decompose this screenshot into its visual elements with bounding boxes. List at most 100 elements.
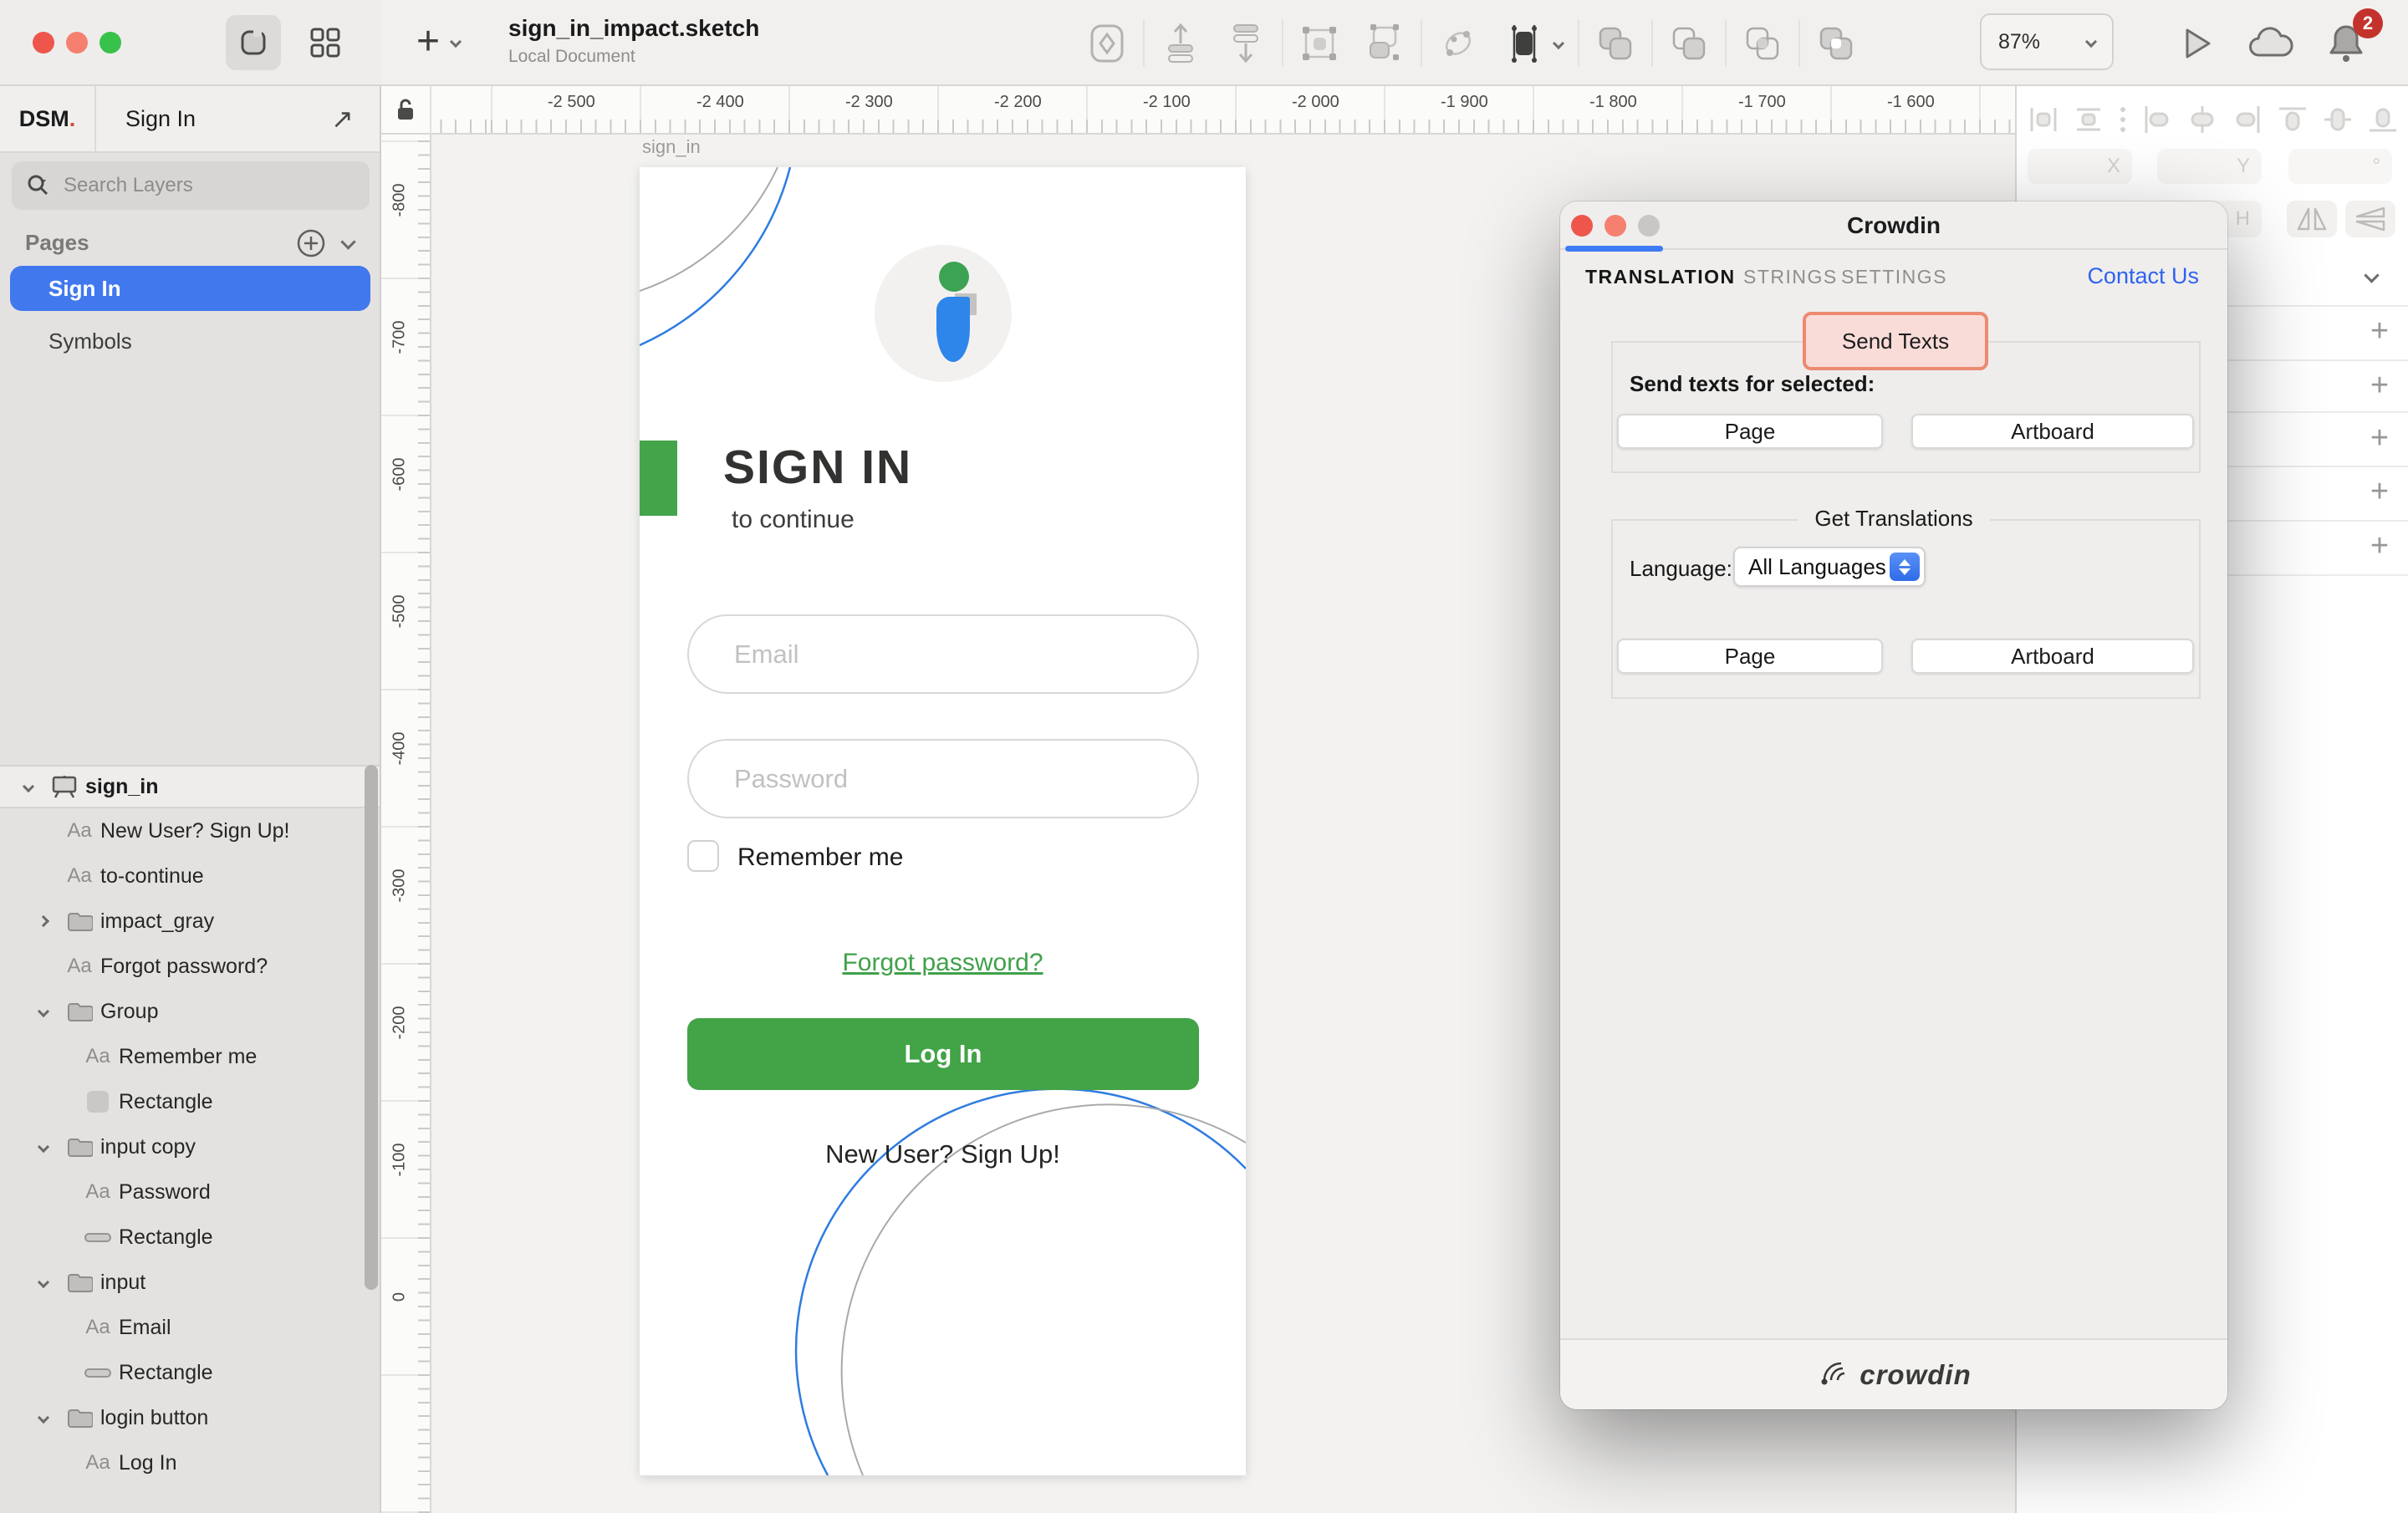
bring-forward-button[interactable] — [1148, 11, 1213, 76]
align-right-icon[interactable] — [2231, 103, 2264, 136]
sidebar-page-sign-in[interactable]: Sign In — [10, 266, 370, 311]
chevron-down-icon[interactable] — [23, 781, 34, 792]
sidebar-page-symbols[interactable]: Symbols — [10, 318, 370, 364]
layer-row[interactable]: AaNew User? Sign Up! — [0, 808, 380, 853]
boolean-union-button[interactable] — [1583, 11, 1648, 76]
sign-in-heading[interactable]: SIGN IN — [723, 440, 912, 495]
x-position-field[interactable]: X — [2028, 149, 2132, 184]
chevron-down-icon[interactable] — [38, 1141, 49, 1153]
distribute-horizontal-icon[interactable] — [2027, 103, 2060, 136]
add-style-button[interactable]: + — [2363, 420, 2396, 456]
boolean-intersect-button[interactable] — [1730, 11, 1795, 76]
add-page-button[interactable] — [294, 227, 328, 260]
cloud-button[interactable] — [2246, 18, 2296, 69]
add-style-button[interactable]: + — [2363, 474, 2396, 510]
ungroup-button[interactable] — [1352, 11, 1417, 76]
artboard[interactable]: SIGN IN to continue Email Password Remem… — [640, 167, 1246, 1475]
send-page-button[interactable]: Page — [1617, 414, 1883, 449]
app-logo[interactable] — [875, 245, 1012, 382]
traffic-light-minimize[interactable] — [66, 32, 88, 53]
layer-row[interactable]: AaLog In — [0, 1440, 380, 1485]
folder-icon — [66, 1136, 93, 1158]
layer-row[interactable]: Aato-continue — [0, 853, 380, 899]
add-style-button[interactable]: + — [2363, 528, 2396, 564]
layer-row[interactable]: input copy — [0, 1124, 380, 1169]
contact-us-link[interactable]: Contact Us — [2087, 260, 2199, 292]
sign-up-text[interactable]: New User? Sign Up! — [640, 1139, 1246, 1169]
toolbar: + sign_in_impact.sketch Local Document — [0, 0, 2408, 86]
artboard-tool-button[interactable] — [1491, 11, 1574, 76]
rotation-field[interactable]: ° — [2288, 149, 2392, 184]
log-in-button[interactable]: Log In — [687, 1018, 1199, 1090]
layer-row[interactable]: input — [0, 1260, 380, 1305]
forgot-password-link[interactable]: Forgot password? — [640, 949, 1246, 977]
tab-settings[interactable]: SETTINGS — [1841, 262, 1947, 291]
sidebar-scrollbar[interactable] — [365, 765, 378, 1290]
document-title-block[interactable]: sign_in_impact.sketch Local Document — [508, 15, 759, 67]
vector-edit-button[interactable] — [1426, 11, 1491, 76]
tab-translation[interactable]: TRANSLATION — [1585, 262, 1736, 291]
layer-row[interactable]: sign_in — [0, 765, 380, 808]
sketch-app-window: + sign_in_impact.sketch Local Document — [0, 0, 2408, 1513]
flip-vertical-button[interactable] — [2345, 201, 2395, 237]
ruler-tick-label: -2 500 — [548, 93, 595, 112]
sync-button[interactable] — [1074, 11, 1140, 76]
layer-row[interactable]: AaEmail — [0, 1305, 380, 1350]
traffic-light-close[interactable] — [33, 32, 54, 53]
layer-row[interactable]: login button — [0, 1395, 380, 1440]
artboard-title[interactable]: sign_in — [642, 136, 701, 158]
distribute-vertical-icon[interactable] — [2072, 103, 2105, 136]
align-left-icon[interactable] — [2140, 103, 2174, 136]
insert-control[interactable]: + — [416, 18, 460, 65]
search-layers-box[interactable] — [12, 161, 370, 210]
tab-sign-in[interactable]: Sign In — [125, 86, 196, 151]
send-artboard-button[interactable]: Artboard — [1911, 414, 2194, 449]
remember-me-checkbox[interactable] — [687, 840, 719, 872]
y-position-field[interactable]: Y — [2157, 149, 2262, 184]
add-style-button[interactable]: + — [2363, 368, 2396, 404]
layer-row[interactable]: Group — [0, 989, 380, 1034]
traffic-light-zoom[interactable] — [99, 32, 121, 53]
zoom-select[interactable]: 87% — [1980, 13, 2114, 70]
boolean-subtract-button[interactable] — [1656, 11, 1722, 76]
open-external-button[interactable]: ↗ — [331, 86, 354, 151]
canvas-view-button[interactable] — [226, 15, 281, 70]
email-field[interactable]: Email — [687, 614, 1199, 694]
layer-row[interactable]: impact_gray — [0, 899, 380, 944]
layer-row[interactable]: AaForgot password? — [0, 944, 380, 989]
chevron-down-icon[interactable] — [2364, 267, 2379, 283]
layer-row[interactable]: AaRemember me — [0, 1034, 380, 1079]
search-input[interactable] — [62, 173, 338, 198]
layer-row[interactable]: AaPassword — [0, 1169, 380, 1215]
password-field[interactable]: Password — [687, 739, 1199, 818]
align-bottom-icon[interactable] — [2366, 103, 2400, 136]
group-button[interactable] — [1287, 11, 1352, 76]
align-top-icon[interactable] — [2276, 103, 2309, 136]
more-options-icon[interactable] — [2117, 103, 2129, 136]
grid-view-button[interactable] — [298, 15, 353, 70]
chevron-right-icon[interactable] — [38, 915, 49, 927]
to-continue-text[interactable]: to continue — [732, 506, 855, 534]
send-texts-button[interactable]: Send Texts — [1803, 312, 1988, 370]
tab-dsm[interactable]: DSM. — [0, 86, 94, 151]
chevron-down-icon[interactable] — [38, 1006, 49, 1017]
chevron-down-icon[interactable] — [38, 1276, 49, 1288]
heading-accent-rect[interactable] — [640, 441, 677, 516]
add-style-button[interactable]: + — [2363, 313, 2396, 349]
language-select[interactable]: All Languages — [1733, 547, 1926, 587]
boolean-difference-button[interactable] — [1803, 11, 1869, 76]
flip-horizontal-button[interactable] — [2287, 201, 2337, 237]
layer-row[interactable]: Rectangle — [0, 1079, 380, 1124]
get-page-button[interactable]: Page — [1617, 639, 1883, 674]
preview-button[interactable] — [2172, 18, 2222, 69]
align-center-horizontal-icon[interactable] — [2186, 103, 2219, 136]
get-artboard-button[interactable]: Artboard — [1911, 639, 2194, 674]
tab-strings[interactable]: STRINGS — [1743, 262, 1838, 291]
ruler-corner[interactable] — [381, 86, 431, 135]
layer-row[interactable]: Rectangle — [0, 1350, 380, 1395]
send-backward-button[interactable] — [1213, 11, 1278, 76]
chevron-down-icon[interactable] — [38, 1412, 49, 1424]
align-middle-vertical-icon[interactable] — [2321, 103, 2354, 136]
layer-row[interactable]: Rectangle — [0, 1215, 380, 1260]
chevron-down-icon[interactable] — [340, 234, 355, 249]
